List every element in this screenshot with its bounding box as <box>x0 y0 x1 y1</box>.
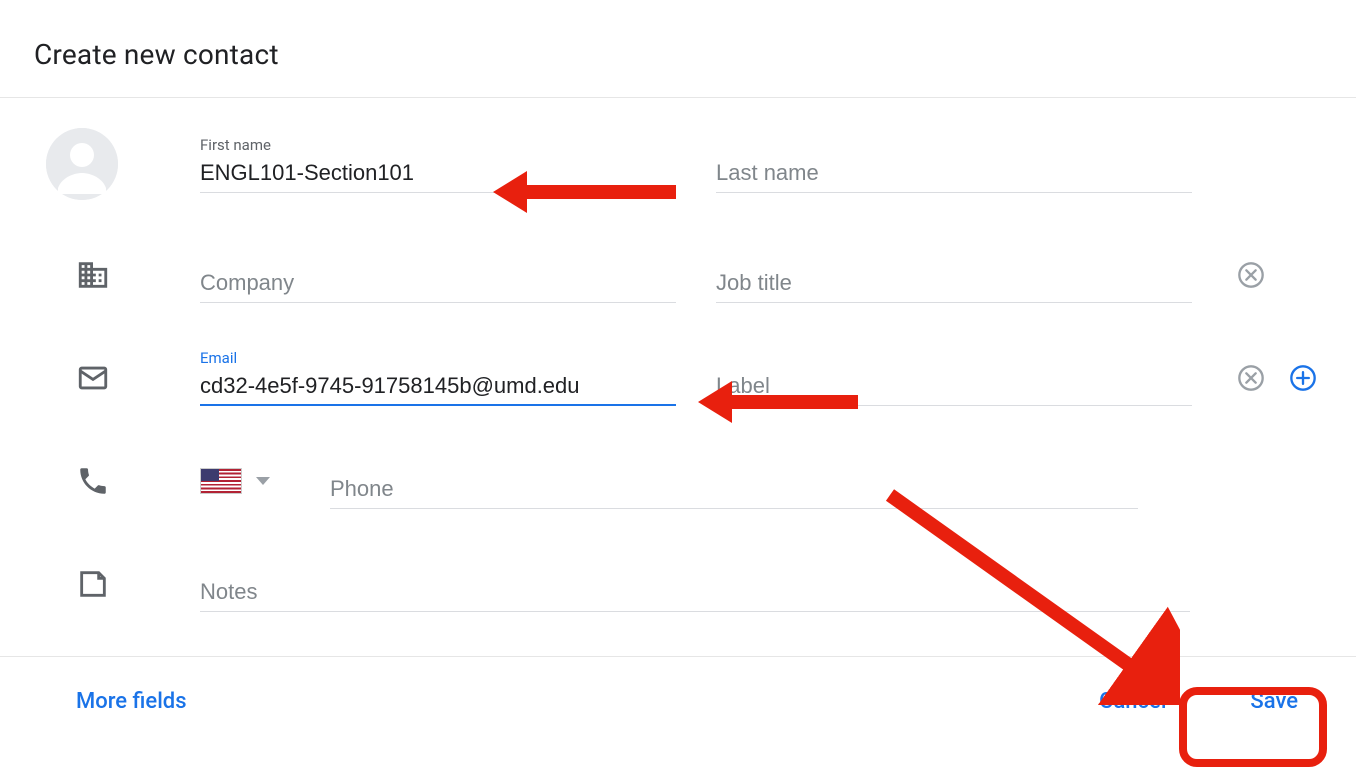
email-field[interactable]: Email <box>200 349 676 406</box>
phone-icon <box>76 464 110 498</box>
footer-bar: More fields Cancel Save <box>0 657 1356 746</box>
email-input[interactable] <box>200 367 676 406</box>
us-flag-icon <box>200 468 242 494</box>
last-name-field[interactable] <box>716 136 1192 193</box>
email-label: Email <box>200 349 237 367</box>
note-icon <box>76 567 110 601</box>
notes-input[interactable] <box>200 573 1190 612</box>
chevron-down-icon <box>256 477 270 485</box>
contact-form: First name <box>0 98 1356 656</box>
company-icon <box>76 258 110 292</box>
notes-row <box>0 555 1346 612</box>
clear-email-button[interactable] <box>1236 363 1266 393</box>
cancel-button[interactable]: Cancel <box>1077 679 1188 724</box>
first-name-field[interactable]: First name <box>200 136 676 193</box>
phone-input[interactable] <box>330 470 1138 509</box>
person-icon <box>46 128 118 200</box>
first-name-label: First name <box>200 136 271 154</box>
job-title-field[interactable] <box>716 246 1192 303</box>
company-row <box>0 246 1346 303</box>
phone-row <box>0 452 1346 509</box>
notes-field[interactable] <box>200 555 1190 612</box>
country-code-selector[interactable] <box>200 468 270 494</box>
annotation-arrow <box>726 395 858 409</box>
annotation-arrow <box>521 185 676 199</box>
more-fields-button[interactable]: More fields <box>76 689 187 714</box>
clear-company-button[interactable] <box>1236 260 1266 290</box>
plus-circle-icon <box>1289 364 1317 392</box>
add-email-button[interactable] <box>1288 363 1318 393</box>
save-button[interactable]: Save <box>1228 679 1320 724</box>
close-circle-icon <box>1237 364 1265 392</box>
phone-field[interactable] <box>330 452 1170 509</box>
avatar-col <box>0 128 200 200</box>
company-field[interactable] <box>200 246 676 303</box>
company-input[interactable] <box>200 264 676 303</box>
close-circle-icon <box>1237 261 1265 289</box>
email-icon <box>76 361 110 395</box>
email-row: Email <box>0 349 1346 406</box>
last-name-input[interactable] <box>716 154 1192 193</box>
avatar-placeholder[interactable] <box>46 128 118 200</box>
job-title-input[interactable] <box>716 264 1192 303</box>
page-title: Create new contact <box>0 0 1356 97</box>
